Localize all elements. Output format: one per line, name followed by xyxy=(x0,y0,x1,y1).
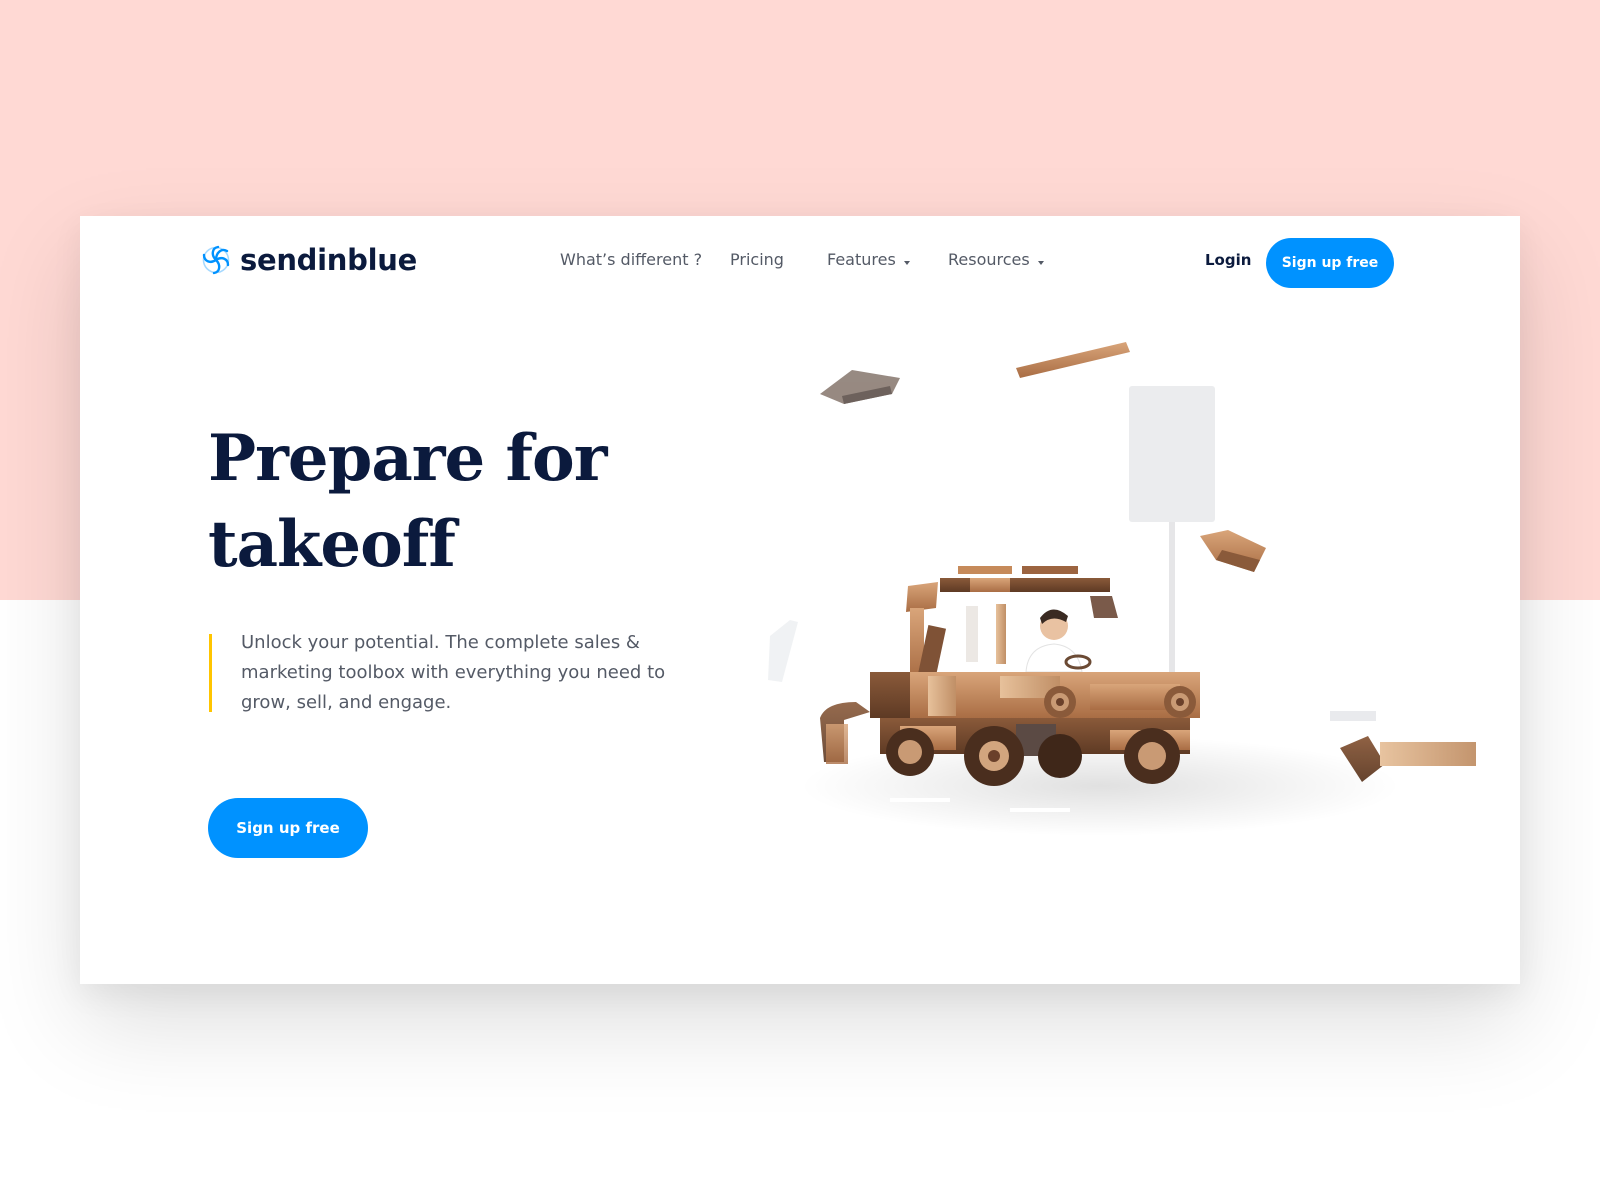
logo[interactable]: sendinblue xyxy=(200,240,417,280)
login-link[interactable]: Login xyxy=(1205,251,1251,269)
hero-accent-bar xyxy=(209,634,212,712)
nav-item-label: Pricing xyxy=(730,250,784,269)
caret-down-icon xyxy=(1037,260,1044,265)
nav-item-whats-different[interactable]: What’s different ? xyxy=(560,250,702,269)
hero-illustration xyxy=(760,316,1520,876)
browser-page: sendinblue What’s different ? Pricing Fe… xyxy=(80,216,1520,984)
caret-down-icon xyxy=(903,260,910,265)
nav-item-label: Resources xyxy=(948,250,1030,269)
logo-wordmark: sendinblue xyxy=(240,243,417,277)
nav-item-label: Features xyxy=(827,250,896,269)
signup-button-hero[interactable]: Sign up free xyxy=(208,798,368,858)
nav-item-pricing[interactable]: Pricing xyxy=(730,250,784,269)
sendinblue-logo-icon xyxy=(200,244,232,276)
nav-item-resources[interactable]: Resources xyxy=(948,250,1044,269)
floating-block-right xyxy=(1200,530,1266,572)
signup-button-header[interactable]: Sign up free xyxy=(1266,238,1394,288)
hero-title: Prepare for takeoff xyxy=(208,421,607,582)
wooden-car-illustration xyxy=(768,342,1476,836)
floating-block xyxy=(820,370,900,404)
hero-subtitle: Unlock your potential. The complete sale… xyxy=(241,632,666,713)
nav-item-label: What’s different ? xyxy=(560,250,703,269)
nav-item-features[interactable]: Features xyxy=(827,250,910,269)
floating-plank xyxy=(1016,342,1130,378)
